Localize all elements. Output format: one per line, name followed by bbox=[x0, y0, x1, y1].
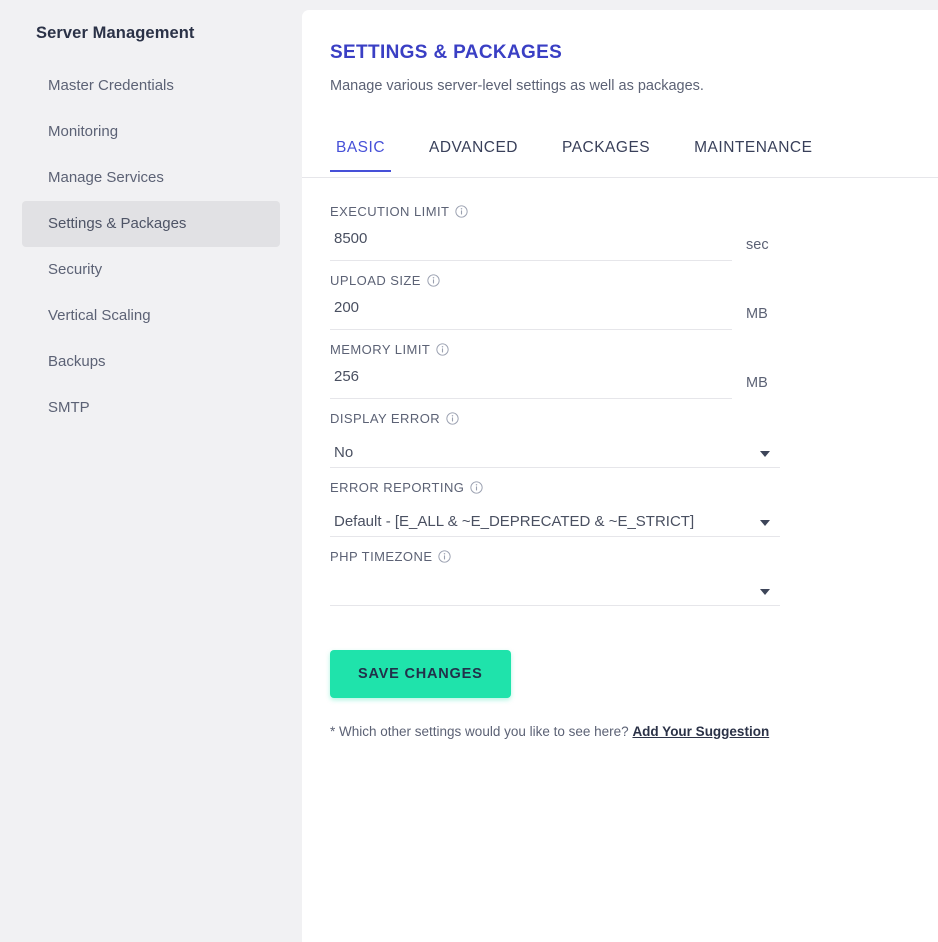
row-upload-size: MB bbox=[330, 292, 938, 332]
info-circle-icon[interactable] bbox=[438, 550, 452, 563]
page-title: SETTINGS & PACKAGES bbox=[330, 42, 563, 63]
label-php-timezone: PHP TIMEZONE bbox=[330, 549, 938, 564]
add-suggestion-link[interactable]: Add Your Suggestion bbox=[632, 724, 769, 739]
control-execution-limit bbox=[330, 223, 732, 263]
tab-packages[interactable]: PACKAGES bbox=[556, 138, 656, 171]
panel-header: SETTINGS & PACKAGES Manage various serve… bbox=[302, 10, 938, 94]
sidebar-item-manage-services[interactable]: Manage Services bbox=[22, 155, 280, 201]
row-display-error: No bbox=[330, 430, 938, 470]
main-panel: SETTINGS & PACKAGES Manage various serve… bbox=[302, 10, 938, 942]
row-php-timezone bbox=[330, 568, 938, 608]
field-memory-limit: MEMORY LIMIT MB bbox=[330, 342, 938, 401]
app-root: Server Management Master Credentials Mon… bbox=[0, 0, 938, 942]
label-text: DISPLAY ERROR bbox=[330, 411, 441, 426]
execution-limit-input[interactable] bbox=[330, 223, 732, 261]
row-memory-limit: MB bbox=[330, 361, 938, 401]
label-upload-size: UPLOAD SIZE bbox=[330, 273, 938, 288]
label-display-error: DISPLAY ERROR bbox=[330, 411, 938, 426]
control-display-error[interactable]: No bbox=[330, 430, 780, 470]
info-circle-icon[interactable] bbox=[427, 274, 440, 287]
label-text: EXECUTION LIMIT bbox=[330, 204, 450, 219]
field-php-timezone: PHP TIMEZONE bbox=[330, 549, 938, 608]
sidebar-item-master-credentials[interactable]: Master Credentials bbox=[22, 63, 280, 109]
label-text: UPLOAD SIZE bbox=[330, 273, 421, 288]
sidebar-item-settings-packages[interactable]: Settings & Packages bbox=[22, 201, 280, 247]
control-php-timezone[interactable] bbox=[330, 568, 780, 608]
footnote: * Which other settings would you like to… bbox=[330, 724, 938, 739]
field-display-error: DISPLAY ERROR No bbox=[330, 411, 938, 470]
control-memory-limit bbox=[330, 361, 732, 401]
settings-form: EXECUTION LIMIT sec UPLOAD SIZE bbox=[302, 178, 938, 739]
label-text: ERROR REPORTING bbox=[330, 480, 465, 495]
memory-limit-input[interactable] bbox=[330, 361, 732, 399]
sidebar: Server Management Master Credentials Mon… bbox=[0, 0, 302, 942]
unit-upload-size: MB bbox=[746, 306, 768, 322]
field-upload-size: UPLOAD SIZE MB bbox=[330, 273, 938, 332]
tab-bar: BASIC ADVANCED PACKAGES MAINTENANCE bbox=[302, 138, 938, 178]
control-error-reporting[interactable]: Default - [E_ALL & ~E_DEPRECATED & ~E_ST… bbox=[330, 499, 780, 539]
field-error-reporting: ERROR REPORTING Default - [E_ALL & ~E_DE… bbox=[330, 480, 938, 539]
row-error-reporting: Default - [E_ALL & ~E_DEPRECATED & ~E_ST… bbox=[330, 499, 938, 539]
label-text: PHP TIMEZONE bbox=[330, 549, 433, 564]
tab-advanced[interactable]: ADVANCED bbox=[423, 138, 524, 171]
display-error-select[interactable]: No bbox=[330, 430, 780, 468]
sidebar-nav: Master Credentials Monitoring Manage Ser… bbox=[0, 63, 302, 431]
php-timezone-select[interactable] bbox=[330, 568, 780, 606]
label-error-reporting: ERROR REPORTING bbox=[330, 480, 938, 495]
field-execution-limit: EXECUTION LIMIT sec bbox=[330, 204, 938, 263]
sidebar-item-backups[interactable]: Backups bbox=[22, 339, 280, 385]
tab-maintenance[interactable]: MAINTENANCE bbox=[688, 138, 818, 171]
page-subtitle: Manage various server-level settings as … bbox=[330, 78, 704, 94]
info-circle-icon[interactable] bbox=[455, 205, 469, 218]
sidebar-item-vertical-scaling[interactable]: Vertical Scaling bbox=[22, 293, 280, 339]
sidebar-title: Server Management bbox=[36, 24, 195, 42]
tab-basic[interactable]: BASIC bbox=[330, 138, 392, 172]
sidebar-item-security[interactable]: Security bbox=[22, 247, 280, 293]
label-text: MEMORY LIMIT bbox=[330, 342, 431, 357]
row-execution-limit: sec bbox=[330, 223, 938, 263]
unit-execution-limit: sec bbox=[746, 237, 769, 253]
sidebar-item-monitoring[interactable]: Monitoring bbox=[22, 109, 280, 155]
unit-memory-limit: MB bbox=[746, 375, 768, 391]
info-circle-icon[interactable] bbox=[446, 412, 459, 425]
label-execution-limit: EXECUTION LIMIT bbox=[330, 204, 938, 219]
control-upload-size bbox=[330, 292, 732, 332]
sidebar-item-smtp[interactable]: SMTP bbox=[22, 385, 280, 431]
footnote-text: * Which other settings would you like to… bbox=[330, 724, 629, 739]
error-reporting-select[interactable]: Default - [E_ALL & ~E_DEPRECATED & ~E_ST… bbox=[330, 499, 780, 537]
label-memory-limit: MEMORY LIMIT bbox=[330, 342, 938, 357]
upload-size-input[interactable] bbox=[330, 292, 732, 330]
info-circle-icon[interactable] bbox=[470, 481, 483, 494]
save-changes-button[interactable]: SAVE CHANGES bbox=[330, 650, 511, 698]
info-circle-icon[interactable] bbox=[436, 343, 449, 356]
